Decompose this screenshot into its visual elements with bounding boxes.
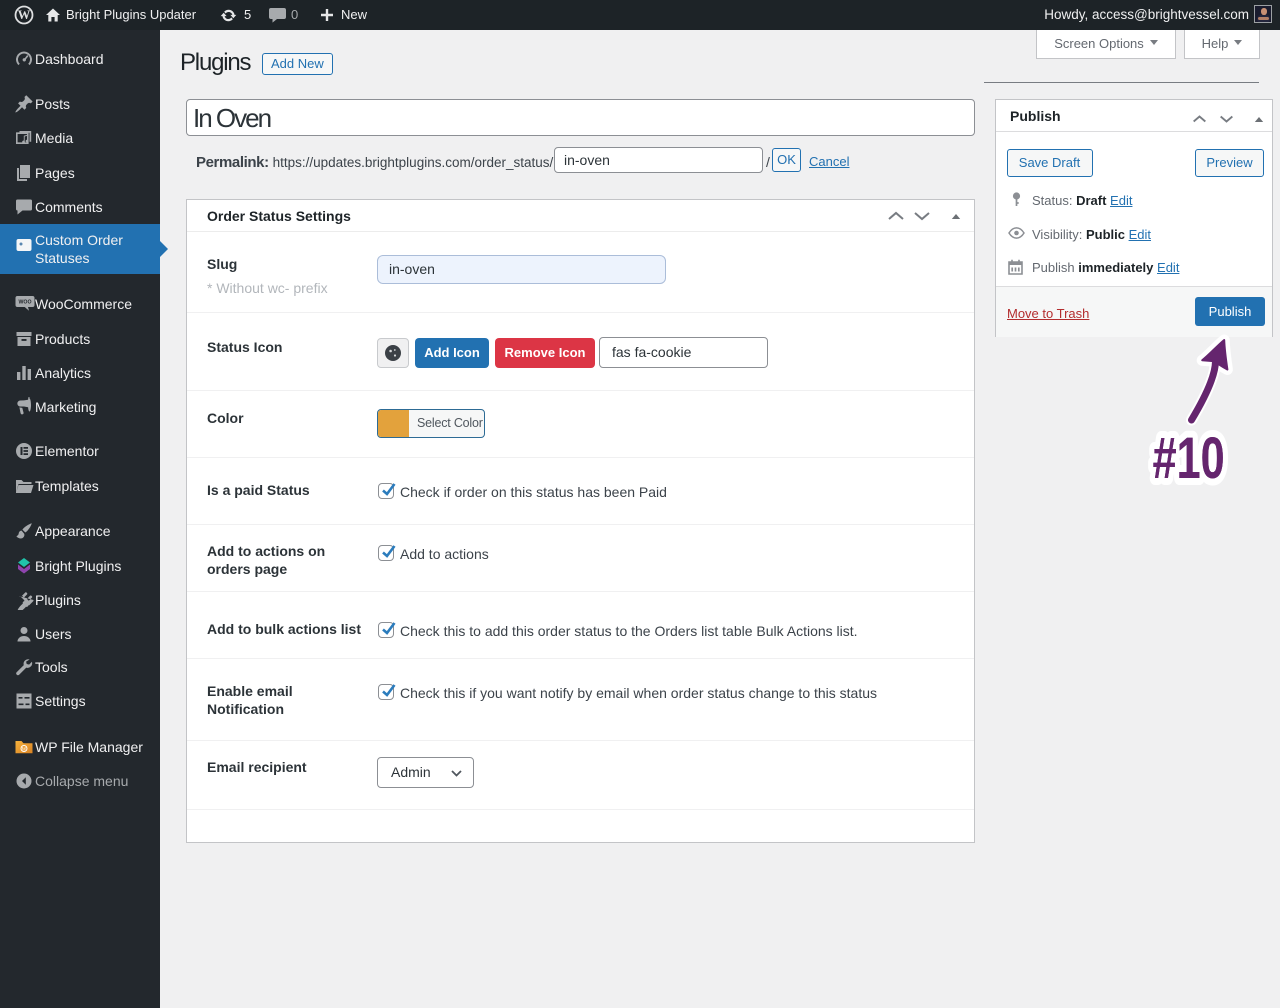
- svg-text:#10: #10: [1153, 426, 1225, 491]
- svg-text:WOO: WOO: [19, 300, 32, 306]
- svg-text:W: W: [18, 8, 31, 22]
- svg-text:W: W: [22, 747, 27, 752]
